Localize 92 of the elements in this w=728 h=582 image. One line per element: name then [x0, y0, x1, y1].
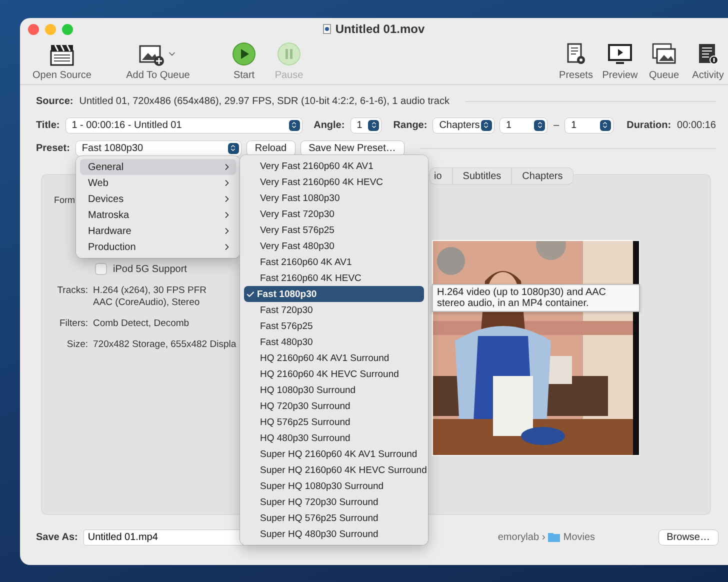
field-label: Filters:	[58, 318, 88, 330]
menu-item[interactable]: Very Fast 1080p30	[244, 190, 424, 206]
menu-item[interactable]: Very Fast 2160p60 4K HEVC	[244, 174, 424, 190]
path-separator: ›	[542, 532, 546, 542]
stepper-icon	[480, 120, 492, 130]
menu-item[interactable]: HQ 480p30 Surround	[244, 430, 424, 446]
field-label: Title:	[36, 120, 60, 130]
menu-item[interactable]: Production	[80, 239, 236, 255]
minimize-button[interactable]	[45, 24, 56, 35]
tab[interactable]: Chapters	[511, 168, 573, 184]
range-start-select[interactable]: 1	[500, 118, 548, 132]
info-value: 720x482 Storage, 655x482 Displa	[93, 339, 236, 350]
toolbar-button[interactable]: Preview	[600, 40, 640, 81]
preset-button[interactable]: Reload	[246, 140, 295, 156]
menu-item[interactable]: Super HQ 2160p60 4K HEVC Surround	[244, 462, 424, 478]
field-label: Save As:	[36, 532, 78, 542]
menu-item[interactable]: Web	[80, 175, 236, 191]
preset-select[interactable]: Fast 1080p30	[76, 140, 241, 156]
check-icon	[246, 290, 255, 298]
menu-item[interactable]: Fast 1080p30	[244, 286, 424, 302]
activity-log-icon	[697, 42, 719, 66]
menu-item[interactable]: Very Fast 480p30	[244, 238, 424, 254]
range-end-select[interactable]: 1	[565, 118, 613, 132]
range-type-select[interactable]: Chapters	[433, 118, 494, 132]
stepper-icon	[600, 120, 611, 130]
zoom-button[interactable]	[62, 24, 73, 35]
preset-button[interactable]: Save New Preset…	[300, 140, 404, 156]
menu-item[interactable]: Fast 480p30	[244, 334, 424, 350]
menu-item[interactable]: Fast 2160p60 4K AV1	[244, 254, 424, 270]
field-label: Tracks:	[56, 285, 88, 298]
field-label: Source:	[36, 96, 74, 106]
menu-item[interactable]: Very Fast 576p25	[244, 222, 424, 238]
close-button[interactable]	[28, 24, 39, 35]
menu-item[interactable]: Super HQ 2160p60 4K AV1 Surround	[244, 446, 424, 462]
tooltip: H.264 video (up to 1080p30) and AAC stereo audio, in an MP4 container.	[432, 284, 640, 312]
pictures-stack-icon	[651, 42, 677, 66]
stepper-icon	[368, 120, 380, 130]
menu-item[interactable]: Super HQ 720p30 Surround	[244, 494, 424, 510]
menu-item[interactable]: Fast 2160p60 4K HEVC	[244, 270, 424, 286]
toolbar-button[interactable]: Open Source	[24, 40, 100, 81]
tab[interactable]: Subtitles	[452, 168, 512, 184]
path-label: emorylab	[498, 532, 540, 542]
field-label: Preset:	[36, 142, 70, 154]
checkbox-label: iPod 5G Support	[113, 264, 187, 274]
field-label: Size:	[66, 339, 88, 351]
field-label: Duration:	[626, 120, 672, 130]
duration-value: 00:00:16	[677, 120, 716, 130]
angle-select[interactable]: 1	[350, 118, 382, 132]
menu-item[interactable]: General	[80, 159, 236, 175]
menu-item[interactable]: Very Fast 2160p60 4K AV1	[244, 158, 424, 174]
menu-item[interactable]: HQ 2160p60 4K HEVC Surround	[244, 366, 424, 382]
menu-item[interactable]: Super HQ 1080p30 Surround	[244, 478, 424, 494]
folder-icon	[548, 532, 560, 542]
play-icon	[232, 42, 256, 66]
toolbar-button[interactable]: Start	[224, 40, 264, 81]
checkbox[interactable]	[95, 263, 107, 275]
browse-button[interactable]: Browse…	[658, 530, 718, 544]
menu-item[interactable]: HQ 2160p60 4K AV1 Surround	[244, 350, 424, 366]
toolbar-button[interactable]: Queue	[644, 40, 684, 81]
field-label: Angle:	[314, 120, 345, 130]
toolbar-button[interactable]: Activity	[688, 40, 728, 81]
stepper-icon	[534, 120, 546, 130]
menu-item[interactable]: Devices	[80, 191, 236, 207]
info-value: H.264 (x264), 30 FPS PFR	[93, 285, 207, 296]
field-label: Range:	[393, 120, 428, 130]
pause-icon	[277, 42, 301, 66]
menu-item[interactable]: Fast 576p25	[244, 318, 424, 334]
stepper-icon	[288, 120, 300, 130]
source-info: Untitled 01, 720x486 (654x486), 29.97 FPS, SDR (10-bit 4:2:2, 6-1-6), 1 audio track	[79, 96, 450, 106]
info-value: Comb Detect, Decomb	[93, 318, 190, 329]
stepper-icon	[228, 142, 239, 154]
menu-item[interactable]: Very Fast 720p30	[244, 206, 424, 222]
menu-item[interactable]: HQ 576p25 Surround	[244, 414, 424, 430]
menu-item[interactable]: Fast 720p30	[244, 302, 424, 318]
toolbar-button[interactable]: Add To Queue	[110, 40, 206, 81]
clapperboard-icon	[49, 42, 75, 66]
info-value: AAC (CoreAudio), Stereo	[93, 297, 200, 308]
title-select[interactable]: 1 - 00:00:16 - Untitled 01	[66, 118, 302, 132]
field-label: Form	[54, 195, 75, 205]
tab[interactable]: io	[430, 168, 452, 184]
menu-item[interactable]: Super HQ 576p25 Surround	[244, 510, 424, 526]
menu-item[interactable]: HQ 1080p30 Surround	[244, 382, 424, 398]
folder-label: Movies	[563, 532, 596, 542]
menu-item[interactable]: Hardware	[80, 223, 236, 239]
menu-item[interactable]: Matroska	[80, 207, 236, 223]
menu-item[interactable]: HQ 720p30 Surround	[244, 398, 424, 414]
window-title: Untitled 01.mov	[335, 22, 425, 36]
document-gear-icon	[565, 42, 587, 66]
file-icon	[323, 24, 332, 34]
toolbar-button[interactable]: Presets	[556, 40, 596, 81]
range-dash: –	[553, 120, 560, 130]
monitor-play-icon	[607, 42, 633, 66]
